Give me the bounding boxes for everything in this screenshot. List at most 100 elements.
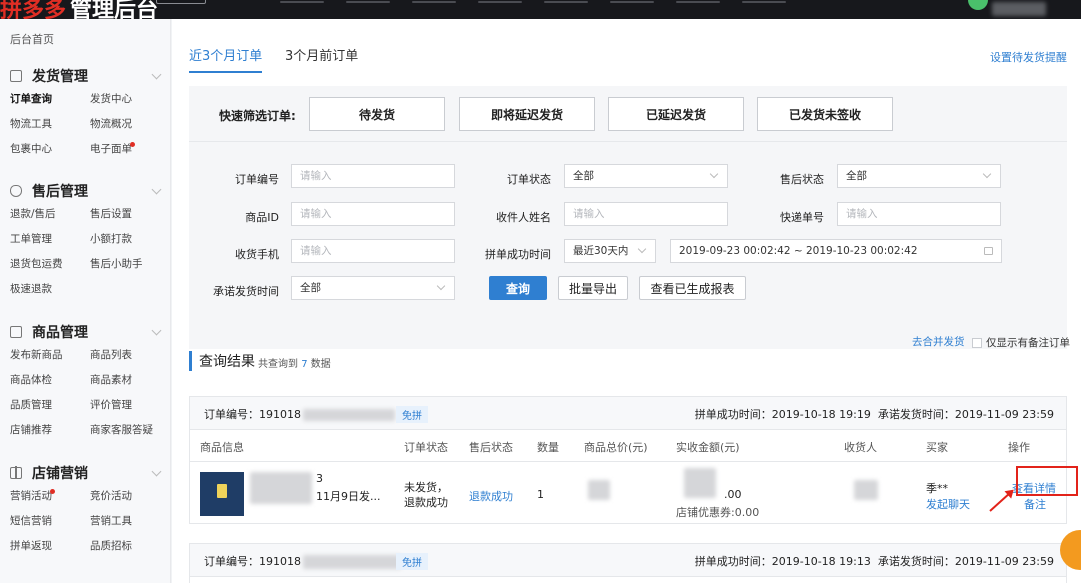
top-nav-item[interactable] (280, 1, 324, 3)
sidebar-section-header[interactable]: 店铺营销 (10, 462, 162, 484)
goods-id-input[interactable]: 请输入 (291, 202, 455, 226)
chevron-down-icon (151, 325, 162, 335)
tab-recent-orders[interactable]: 近3个月订单 (189, 45, 263, 73)
order-header: 订单编号：191018 免拼 拼单成功时间：2019-10-18 19:13 承… (190, 544, 1066, 577)
app-logo[interactable]: 拼多多 管理后台 (0, 0, 158, 19)
sidebar-item[interactable]: 短信营销 (10, 509, 90, 534)
tracking-no-input[interactable]: 请输入 (837, 202, 1001, 226)
quick-filter-soon-delayed[interactable]: 即将延迟发货 (459, 97, 595, 131)
sidebar-item[interactable]: 售后设置 (90, 202, 160, 227)
checkbox[interactable] (972, 337, 982, 348)
top-nav-item[interactable] (676, 1, 720, 3)
sidebar-item[interactable]: 评价管理 (90, 393, 160, 418)
goods-thumbnail[interactable] (200, 472, 244, 516)
sidebar-item[interactable]: 工单管理 (10, 227, 90, 252)
sidebar-section-header[interactable]: 发货管理 (10, 65, 162, 87)
sidebar-item[interactable]: 商品列表 (90, 343, 160, 368)
sidebar-item[interactable]: 物流概况 (90, 112, 160, 137)
sidebar-item[interactable]: 包裹中心 (10, 137, 90, 162)
sidebar-section-goods: 商品管理 发布新商品 商品列表 商品体检 商品素材 品质管理 评价管理 店铺推荐… (10, 321, 162, 443)
view-reports-button[interactable]: 查看已生成报表 (639, 276, 746, 300)
col-goods-total: 商品总价(元) (584, 441, 648, 454)
top-nav-item[interactable] (412, 1, 456, 3)
remark-link[interactable]: 备注 (1024, 496, 1046, 512)
sidebar-item[interactable]: 售后小助手 (90, 252, 160, 277)
sidebar-item[interactable]: 竞价活动 (90, 484, 160, 509)
sidebar-section-marketing: 店铺营销 营销活动 竞价活动 短信营销 营销工具 拼单返现 品质招标 (10, 462, 162, 559)
tab-older-orders[interactable]: 3个月前订单 (285, 45, 358, 64)
sidebar-item[interactable]: 营销工具 (90, 509, 160, 534)
search-button[interactable]: 查询 (489, 276, 547, 300)
group-time-select[interactable]: 最近30天内 (564, 239, 656, 263)
sidebar-item-marketing-activity[interactable]: 营销活动 (10, 484, 90, 509)
notification-dot (130, 142, 135, 147)
quick-filter-shipped-unsigned[interactable]: 已发货未签收 (757, 97, 893, 131)
merge-shipping-link[interactable]: 去合并发货 (912, 334, 965, 349)
buyer-name: 季** (926, 482, 948, 495)
start-chat-link[interactable]: 发起聊天 (926, 496, 970, 512)
sidebar-item[interactable]: 发布新商品 (10, 343, 90, 368)
sidebar-section-title: 商品管理 (32, 325, 88, 341)
top-nav-item[interactable] (610, 1, 654, 3)
sidebar-item[interactable]: 品质招标 (90, 534, 160, 559)
aftersale-status-select[interactable]: 全部 (837, 164, 1001, 188)
top-nav-item[interactable] (742, 1, 786, 3)
top-nav-item[interactable] (346, 1, 390, 3)
receiver-name-label: 收件人姓名 (496, 211, 551, 224)
sidebar-section-title: 店铺营销 (32, 466, 88, 482)
quick-filter-delayed[interactable]: 已延迟发货 (608, 97, 744, 131)
order-no-input[interactable]: 请输入 (291, 164, 455, 188)
receiver-name-input[interactable]: 请输入 (564, 202, 728, 226)
sidebar-item[interactable]: 店铺推荐 (10, 418, 90, 443)
col-goods: 商品信息 (200, 441, 244, 454)
tab-bar: 近3个月订单 3个月前订单 设置待发货提醒 (172, 19, 1081, 83)
date-range-picker[interactable]: 2019-09-23 00:02:42 ~ 2019-10-23 00:02:4… (670, 239, 1002, 263)
avatar[interactable] (968, 0, 988, 10)
promise-ship-time: 承诺发货时间：2019-11-09 23:59 (877, 555, 1054, 568)
sidebar-item[interactable]: 退货包运费 (10, 252, 90, 277)
order-status-label: 订单状态 (507, 173, 551, 186)
sidebar-home[interactable]: 后台首页 (10, 31, 54, 47)
top-nav-item[interactable] (478, 1, 522, 3)
results-section: 查询结果 共查询到 7 数据 订单编号：191018 免拼 拼单成功时间：201… (172, 349, 1081, 583)
pending-reminder-link[interactable]: 设置待发货提醒 (990, 49, 1067, 65)
batch-export-button[interactable]: 批量导出 (558, 276, 628, 300)
sidebar-item-order-query[interactable]: 订单查询 (10, 87, 90, 112)
aftersale-status-value: 全部 (846, 170, 867, 182)
sidebar-item[interactable]: 发货中心 (90, 87, 160, 112)
order-number-blurred (303, 409, 395, 421)
table-header: 商品信息 订单状态 售后状态 数量 商品总价(元) 实收金额(元) 收货人 买家… (190, 430, 1066, 462)
promise-time-select[interactable]: 全部 (291, 276, 455, 300)
order-status-select[interactable]: 全部 (564, 164, 728, 188)
sidebar-item[interactable]: 商品体检 (10, 368, 90, 393)
group-success-time: 拼单成功时间：2019-10-18 19:13 (694, 555, 871, 568)
order-number-prefix: 订单编号：191018 (204, 408, 301, 421)
sidebar-section-header[interactable]: 商品管理 (10, 321, 162, 343)
phone-input[interactable]: 请输入 (291, 239, 455, 263)
sidebar-item[interactable]: 商家客服答疑 (90, 418, 160, 443)
group-time-value: 最近30天内 (573, 245, 629, 257)
version-badge (156, 0, 206, 4)
top-nav-item[interactable] (544, 1, 588, 3)
col-action: 操作 (1008, 441, 1030, 454)
sidebar-item[interactable]: 极速退款 (10, 277, 90, 302)
sidebar-item[interactable]: 商品素材 (90, 368, 160, 393)
sidebar-item[interactable]: 拼单返现 (10, 534, 90, 559)
aftersale-link[interactable]: 退款成功 (469, 488, 513, 504)
results-count: 共查询到 7 数据 (258, 355, 331, 370)
quick-filter-pending-ship[interactable]: 待发货 (309, 97, 445, 131)
filter-panel: 快速筛选订单: 待发货 即将延迟发货 已延迟发货 已发货未签收 订单编号 请输入… (189, 86, 1067, 349)
sidebar-item-e-waybill[interactable]: 电子面单 (90, 137, 160, 162)
sidebar-item[interactable]: 品质管理 (10, 393, 90, 418)
account-name-blurred[interactable] (992, 2, 1046, 16)
qty-value: 1 (537, 488, 544, 501)
sidebar-item[interactable]: 小额打款 (90, 227, 160, 252)
sidebar-item[interactable]: 物流工具 (10, 112, 90, 137)
sidebar-section-aftersale: 售后管理 退款/售后 售后设置 工单管理 小额打款 退货包运费 售后小助手 极速… (10, 180, 162, 302)
sidebar-section-header[interactable]: 售后管理 (10, 180, 162, 202)
order-status-value: 全部 (573, 170, 594, 182)
results-count-suffix: 数据 (310, 359, 331, 370)
only-remarked-toggle[interactable]: 仅显示有备注订单 (972, 335, 1070, 350)
sidebar-item[interactable]: 退款/售后 (10, 202, 90, 227)
sidebar-item-label: 电子面单 (90, 143, 132, 155)
